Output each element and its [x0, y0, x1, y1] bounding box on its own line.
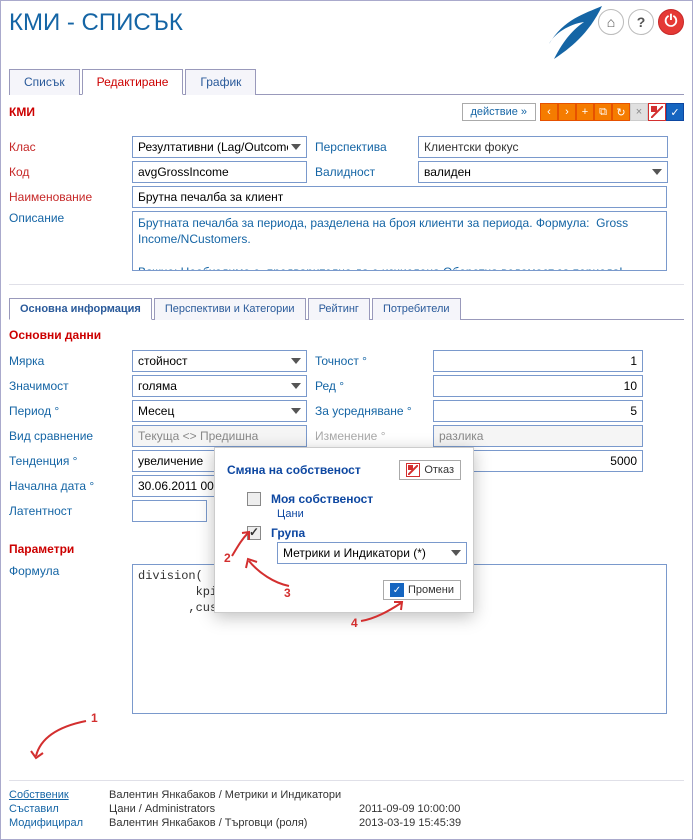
measure-label: Мярка [9, 354, 124, 368]
basic-heading: Основни данни [9, 328, 684, 342]
avg-label: За усредняване ° [315, 404, 425, 418]
name-input[interactable] [132, 186, 667, 208]
group-label: Група [271, 526, 305, 540]
help-button[interactable]: ? [628, 9, 654, 35]
copy-icon[interactable]: ⧉ [594, 103, 612, 121]
subtabs: Основна информация Перспективи и Категор… [9, 297, 684, 320]
tab-list[interactable]: Списък [9, 69, 80, 95]
page-header: КМИ - СПИСЪК ⌂ ? ⏻ [9, 9, 684, 64]
discard-icon[interactable] [648, 103, 666, 121]
tab-chart[interactable]: График [185, 69, 256, 95]
footer: Собственик Валентин Янкабаков / Метрики … [9, 780, 684, 831]
tab-edit[interactable]: Редактиране [82, 69, 184, 95]
code-label: Код [9, 165, 124, 179]
desc-label: Описание [9, 211, 124, 225]
start-label: Начална дата ° [9, 479, 124, 493]
trend-label: Тенденция ° [9, 454, 124, 468]
cmp-select[interactable]: Текуща <> Предишна [132, 425, 307, 447]
code-input[interactable] [132, 161, 307, 183]
created-label: Съставил [9, 803, 109, 815]
add-icon[interactable]: + [576, 103, 594, 121]
name-label: Наименование [9, 190, 124, 204]
discard-glyph [651, 106, 663, 118]
order-label: Ред ° [315, 379, 425, 393]
period-label: Период ° [9, 404, 124, 418]
close-icon[interactable]: × [630, 103, 648, 121]
latency-label: Латентност [9, 504, 124, 518]
section-header: КМИ действие » ‹ › + ⧉ ↻ × ✓ [9, 103, 684, 121]
power-button[interactable]: ⏻ [658, 9, 684, 35]
dialog-title: Смяна на собственост [227, 463, 361, 477]
group-select[interactable]: Метрики и Индикатори (*) [277, 542, 467, 564]
refresh-icon[interactable]: ↻ [612, 103, 630, 121]
main-tabs: Списък Редактиране График [9, 68, 684, 95]
change-label: Изменение ° [315, 429, 425, 443]
subtab-perspectives[interactable]: Перспективи и Категории [154, 298, 306, 320]
cmp-label: Вид сравнение [9, 429, 124, 443]
validity-label: Валидност [315, 165, 410, 179]
nav-next-icon[interactable]: › [558, 103, 576, 121]
my-ownership-checkbox[interactable] [247, 492, 261, 506]
my-ownership-label: Моя собственост [271, 492, 373, 506]
nav-prev-icon[interactable]: ‹ [540, 103, 558, 121]
perspective-field[interactable]: Клиентски фокус [418, 136, 668, 158]
avg-input[interactable] [433, 400, 643, 422]
header-icons: ⌂ ? ⏻ [598, 9, 684, 35]
measure-select[interactable]: стойност [132, 350, 307, 372]
perspective-label: Перспектива [315, 140, 410, 154]
signif-select[interactable]: голяма [132, 375, 307, 397]
signif-label: Значимост [9, 379, 124, 393]
subtab-users[interactable]: Потребители [372, 298, 461, 320]
created-date: 2011-09-09 10:00:00 [359, 803, 460, 815]
precision-label: Точност ° [315, 354, 425, 368]
modified-value: Валентин Янкабаков / Търговци (роля) [109, 817, 359, 829]
class-label: Клас [9, 140, 124, 154]
apply-check-icon: ✓ [390, 583, 404, 597]
modified-label: Модифицирал [9, 817, 109, 829]
modified-date: 2013-03-19 15:45:39 [359, 817, 461, 829]
subtab-rating[interactable]: Рейтинг [308, 298, 370, 320]
apply-label: Промени [408, 584, 454, 596]
cancel-label: Отказ [424, 464, 454, 476]
form-top: Клас Резултативни (Lag/Outcome) Перспект… [9, 129, 684, 285]
subtab-main[interactable]: Основна информация [9, 298, 152, 320]
precision-input[interactable] [433, 350, 643, 372]
tsani-label: Цани [277, 508, 461, 520]
save-icon[interactable]: ✓ [666, 103, 684, 121]
owner-value: Валентин Янкабаков / Метрики и Индикатор… [109, 789, 341, 801]
created-value: Цани / Administrators [109, 803, 359, 815]
logo-bird [514, 4, 604, 64]
validity-select[interactable]: валиден [418, 161, 668, 183]
dialog-cancel-button[interactable]: Отказ [399, 460, 461, 480]
cancel-icon [406, 463, 420, 477]
order-input[interactable] [433, 375, 643, 397]
action-dropdown[interactable]: действие » [462, 103, 537, 121]
section-title: КМИ [9, 105, 35, 119]
latency-input[interactable] [132, 500, 207, 522]
page-title: КМИ - СПИСЪК [9, 9, 183, 37]
change-input [433, 425, 643, 447]
toolbar: действие » ‹ › + ⧉ ↻ × ✓ [462, 103, 685, 121]
class-select[interactable]: Резултативни (Lag/Outcome) [132, 136, 307, 158]
desc-textarea[interactable] [132, 211, 667, 271]
dialog-apply-button[interactable]: ✓ Промени [383, 580, 461, 600]
ownership-dialog: Смяна на собственост Отказ Моя собствено… [214, 447, 474, 613]
period-select[interactable]: Месец [132, 400, 307, 422]
formula-label: Формула [9, 564, 124, 578]
group-checkbox[interactable] [247, 526, 261, 540]
owner-label-link[interactable]: Собственик [9, 789, 109, 801]
